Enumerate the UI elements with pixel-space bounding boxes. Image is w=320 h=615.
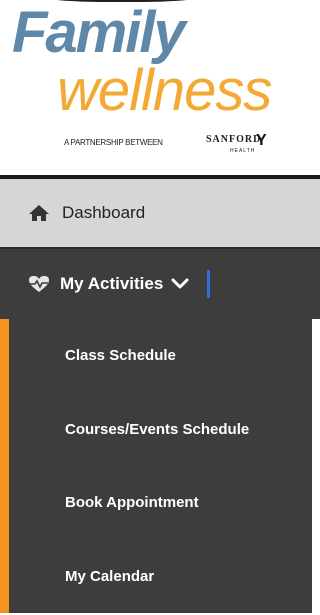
home-icon [29,205,49,221]
logo-word-family: Family [12,0,186,65]
logo-word-wellness: wellness [57,58,272,123]
nav-item-my-activities[interactable]: My Activities [0,249,320,319]
heartbeat-icon [29,276,49,292]
submenu-item-book-appointment[interactable]: Book Appointment [9,466,312,540]
side-navigation: Dashboard My Activities Class Schedule C… [0,175,320,615]
nav-item-dashboard-label: Dashboard [62,203,146,222]
nav-item-dashboard[interactable]: Dashboard [0,179,320,249]
logo-y-mark: Y [256,132,267,149]
nav-item-my-activities-label: My Activities [60,274,164,293]
logo-health: HEALTH [230,148,256,154]
chevron-down-icon[interactable] [171,277,189,291]
logo-sanford: SANFORD [206,134,262,145]
submenu-item-courses-events-schedule[interactable]: Courses/Events Schedule [9,393,312,467]
focus-cursor [207,270,210,298]
family-wellness-logo: Family wellness A PARTNERSHIP BETWEEN SA… [0,0,320,160]
my-activities-submenu: Class Schedule Courses/Events Schedule B… [0,319,312,613]
submenu-item-my-calendar[interactable]: My Calendar [9,540,312,614]
logo-tagline: A PARTNERSHIP BETWEEN [64,138,163,147]
submenu-item-class-schedule[interactable]: Class Schedule [9,319,312,393]
